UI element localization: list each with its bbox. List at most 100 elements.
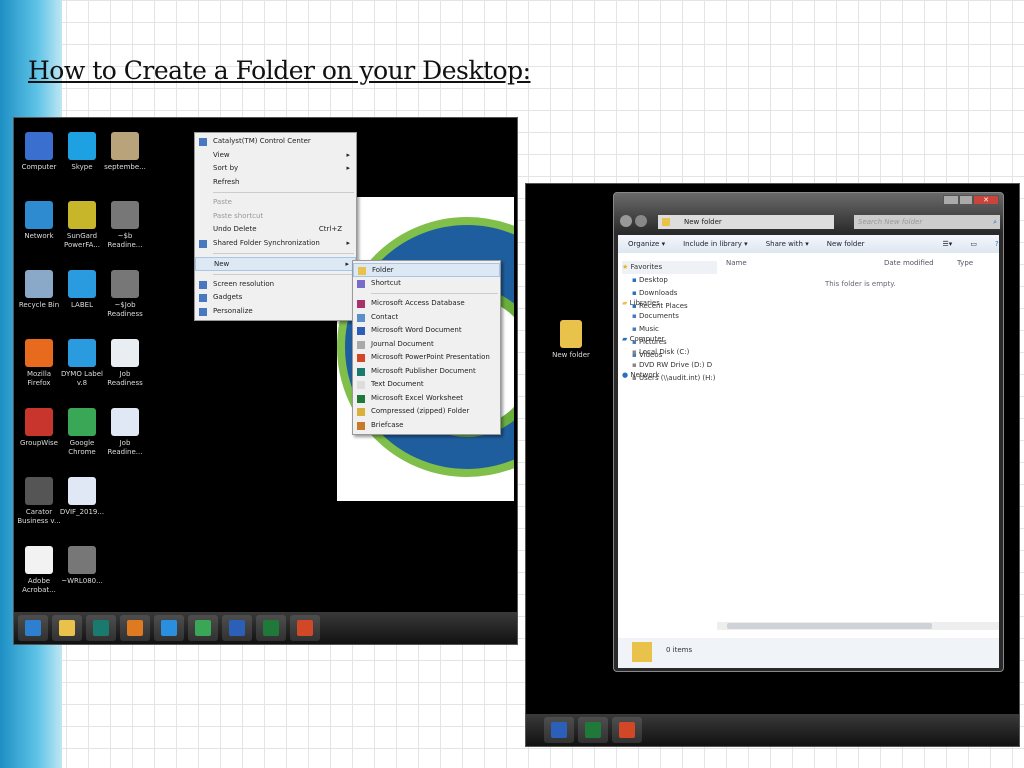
submenu-item-microsoft-publisher-document[interactable]: Microsoft Publisher Document xyxy=(353,365,500,379)
desktop-icon-mozilla-firefox[interactable]: Mozilla Firefox xyxy=(16,339,62,388)
desktop-icon-wrl080[interactable]: ~WRL080... xyxy=(59,546,105,586)
menu-item-undo-delete[interactable]: Undo Delete Ctrl+Z xyxy=(195,223,356,237)
folder-icon xyxy=(632,642,652,662)
taskbar-explorer-button[interactable] xyxy=(52,615,82,641)
submenu-item-compressed-zipped-folder[interactable]: Compressed (zipped) Folder xyxy=(353,405,500,419)
desktop-icon-computer[interactable]: Computer xyxy=(16,132,62,172)
taskbar-ie-button[interactable] xyxy=(154,615,184,641)
menu-item-catalyst-tm-control-center[interactable]: Catalyst(TM) Control Center xyxy=(195,135,356,149)
submenu-item-microsoft-powerpoint-presentation[interactable]: Microsoft PowerPoint Presentation xyxy=(353,351,500,365)
organize-button[interactable]: Organize ▾ xyxy=(628,240,665,248)
taskbar-word-button[interactable] xyxy=(544,717,574,743)
taskbar-media-player-button[interactable] xyxy=(120,615,150,641)
column-date-modified[interactable]: Date modified xyxy=(884,259,934,267)
taskbar-chrome-button[interactable] xyxy=(188,615,218,641)
item-count: 0 items xyxy=(666,646,693,654)
taskbar-excel-button[interactable] xyxy=(578,717,608,743)
nav-favorites[interactable]: ★ Favorites xyxy=(622,261,717,274)
menu-item-screen-resolution[interactable]: Screen resolution xyxy=(195,278,356,292)
desktop-icon-carator-business-v[interactable]: Carator Business v... xyxy=(16,477,62,526)
menu-item-paste[interactable]: Paste xyxy=(195,196,356,210)
search-input[interactable]: Search New folder ⌕ xyxy=(854,215,1000,229)
menu-item-personalize[interactable]: Personalize xyxy=(195,305,356,319)
close-button[interactable]: ✕ xyxy=(973,195,999,205)
desktop-icon-job-readiness[interactable]: ~$Job Readiness xyxy=(102,270,148,319)
menu-item-view[interactable]: View ▸ xyxy=(195,149,356,163)
desktop-icon-b-readine[interactable]: ~$b Readine... xyxy=(102,201,148,250)
taskbar-publisher-button[interactable] xyxy=(86,615,116,641)
menu-item-shared-folder-synchronization[interactable]: Shared Folder Synchronization ▸ xyxy=(195,237,356,251)
wrl080-icon xyxy=(68,546,96,574)
maximize-button[interactable] xyxy=(959,195,973,205)
new-folder-button[interactable]: New folder xyxy=(827,240,865,248)
explorer-window: ✕ New folder Search New folder ⌕ Organiz… xyxy=(613,192,1004,672)
column-name[interactable]: Name xyxy=(726,259,747,267)
taskbar-excel-button[interactable] xyxy=(256,615,286,641)
menu-separator xyxy=(213,253,354,254)
nav-item-desktop[interactable]: ▪ Desktop xyxy=(622,274,717,287)
desktop-icon-job-readine[interactable]: Job Readine... xyxy=(102,408,148,457)
menu-item-paste-shortcut[interactable]: Paste shortcut xyxy=(195,210,356,224)
taskbar-start-button[interactable] xyxy=(18,615,48,641)
desktop-icon-label[interactable]: LABEL xyxy=(59,270,105,310)
media-player-icon xyxy=(127,620,143,636)
shortcut-icon xyxy=(357,279,365,288)
journal-document-icon xyxy=(357,340,365,349)
menu-item-refresh[interactable]: Refresh xyxy=(195,176,356,190)
share-with-button[interactable]: Share with ▾ xyxy=(766,240,809,248)
desktop-icon-sungard-powerfa[interactable]: SunGard PowerFA... xyxy=(59,201,105,250)
back-button[interactable] xyxy=(620,215,632,227)
desktop-icon-dymo-label-v-8[interactable]: DYMO Label v.8 xyxy=(59,339,105,388)
nav-item-local-disk-c[interactable]: ▪ Local Disk (C:) xyxy=(622,346,717,359)
powerpoint-icon xyxy=(619,722,635,738)
new-folder-desktop-icon[interactable]: New folder xyxy=(548,320,594,360)
help-icon[interactable]: ? xyxy=(995,240,999,248)
dvd-rw-drive-d-d-icon: ▪ xyxy=(632,361,639,369)
submenu-item-microsoft-access-database[interactable]: Microsoft Access Database xyxy=(353,297,500,311)
sync-icon xyxy=(199,239,207,248)
address-bar[interactable]: New folder xyxy=(658,215,834,229)
menu-item-sort-by[interactable]: Sort by ▸ xyxy=(195,162,356,176)
taskbar-word-button[interactable] xyxy=(222,615,252,641)
desktop-icon-google-chrome[interactable]: Google Chrome xyxy=(59,408,105,457)
desktop-icon-recycle-bin[interactable]: Recycle Bin xyxy=(16,270,62,310)
desktop-icon-network[interactable]: Network xyxy=(16,201,62,241)
google-chrome-icon xyxy=(68,408,96,436)
desktop-icon-dvif-2019[interactable]: DVIF_2019... xyxy=(59,477,105,517)
menu-item-new[interactable]: New ▸ xyxy=(195,257,356,271)
submenu-item-microsoft-word-document[interactable]: Microsoft Word Document xyxy=(353,324,500,338)
include-in-library-button[interactable]: Include in library ▾ xyxy=(683,240,748,248)
desktop-icon-skype[interactable]: Skype xyxy=(59,132,105,172)
taskbar-powerpoint-button[interactable] xyxy=(612,717,642,743)
horizontal-scrollbar[interactable] xyxy=(717,622,999,630)
minimize-button[interactable] xyxy=(943,195,959,205)
desktop-icon-adobe-acrobat[interactable]: Adobe Acrobat... xyxy=(16,546,62,595)
preview-pane-icon[interactable]: ▭ xyxy=(970,240,977,248)
taskbar xyxy=(526,714,1019,746)
taskbar-powerpoint-button[interactable] xyxy=(290,615,320,641)
desktop-icon-job-readiness[interactable]: Job Readiness xyxy=(102,339,148,388)
submenu-item-shortcut[interactable]: Shortcut xyxy=(353,277,500,291)
column-type[interactable]: Type xyxy=(957,259,973,267)
nav-computer[interactable]: ▰ Computer xyxy=(622,333,717,346)
submenu-item-folder[interactable]: Folder xyxy=(353,263,500,277)
excel-icon xyxy=(585,722,601,738)
submenu-item-microsoft-excel-worksheet[interactable]: Microsoft Excel Worksheet xyxy=(353,392,500,406)
computer-icon xyxy=(25,132,53,160)
microsoft-excel-worksheet-icon xyxy=(357,394,365,403)
submenu-item-text-document[interactable]: Text Document xyxy=(353,378,500,392)
downloads-icon: ▪ xyxy=(632,289,639,297)
view-options-icon[interactable]: ☰▾ xyxy=(943,240,953,248)
nav-item-documents[interactable]: ▪ Documents xyxy=(622,310,717,323)
submenu-item-journal-document[interactable]: Journal Document xyxy=(353,338,500,352)
submenu-item-briefcase[interactable]: Briefcase xyxy=(353,419,500,433)
submenu-item-contact[interactable]: Contact xyxy=(353,311,500,325)
menu-item-gadgets[interactable]: Gadgets xyxy=(195,291,356,305)
skype-icon xyxy=(68,132,96,160)
desktop-icon-septembe[interactable]: septembe... xyxy=(102,132,148,172)
desktop-icon-groupwise[interactable]: GroupWise xyxy=(16,408,62,448)
forward-button[interactable] xyxy=(635,215,647,227)
documents-icon: ▪ xyxy=(632,312,639,320)
microsoft-word-document-icon xyxy=(357,327,365,335)
adobe-acrobat-icon xyxy=(25,546,53,574)
